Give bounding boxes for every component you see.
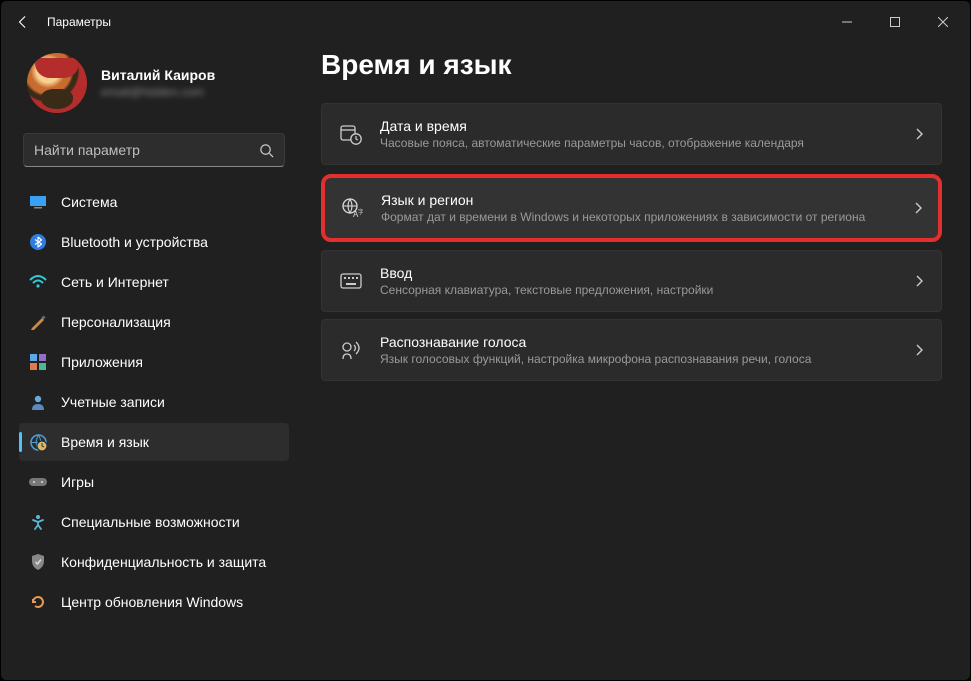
sidebar-item-bluetooth[interactable]: Bluetooth и устройства bbox=[19, 223, 289, 261]
minimize-button[interactable] bbox=[824, 6, 870, 38]
window-title: Параметры bbox=[47, 15, 824, 29]
svg-text:字: 字 bbox=[358, 208, 363, 216]
system-icon bbox=[29, 193, 47, 211]
sidebar-item-gaming[interactable]: Игры bbox=[19, 463, 289, 501]
settings-window: Параметры Виталий Каиров email@hidden.co… bbox=[0, 0, 971, 681]
keyboard-icon bbox=[340, 270, 362, 292]
card-text: Язык и регион Формат дат и времени в Win… bbox=[381, 192, 896, 224]
sidebar-item-label: Время и язык bbox=[61, 434, 149, 450]
card-desc: Часовые пояса, автоматические параметры … bbox=[380, 136, 897, 150]
accounts-icon bbox=[29, 393, 47, 411]
sidebar-item-label: Приложения bbox=[61, 354, 143, 370]
network-icon bbox=[29, 273, 47, 291]
search-input[interactable] bbox=[34, 142, 259, 158]
profile-info: Виталий Каиров email@hidden.com bbox=[101, 67, 215, 99]
card-title: Язык и регион bbox=[381, 192, 896, 208]
sidebar-item-accessibility[interactable]: Специальные возможности bbox=[19, 503, 289, 541]
card-title: Ввод bbox=[380, 265, 897, 281]
profile[interactable]: Виталий Каиров email@hidden.com bbox=[19, 43, 289, 133]
sidebar-item-label: Специальные возможности bbox=[61, 514, 240, 530]
apps-icon bbox=[29, 353, 47, 371]
card-date-time[interactable]: Дата и время Часовые пояса, автоматическ… bbox=[321, 103, 942, 165]
chevron-right-icon bbox=[915, 128, 923, 140]
minimize-icon bbox=[842, 17, 852, 27]
cards: Дата и время Часовые пояса, автоматическ… bbox=[321, 103, 942, 384]
date-time-icon bbox=[340, 123, 362, 145]
language-region-icon: A字 bbox=[341, 197, 363, 219]
card-text: Распознавание голоса Язык голосовых функ… bbox=[380, 334, 897, 366]
search-box[interactable] bbox=[23, 133, 285, 167]
main: Время и язык Дата и время Часовые пояса,… bbox=[301, 43, 970, 680]
update-icon bbox=[29, 593, 47, 611]
content: Виталий Каиров email@hidden.com Система … bbox=[1, 43, 970, 680]
maximize-button[interactable] bbox=[872, 6, 918, 38]
window-controls bbox=[824, 6, 966, 38]
time-language-icon bbox=[29, 433, 47, 451]
card-title: Дата и время bbox=[380, 118, 897, 134]
sidebar-item-label: Конфиденциальность и защита bbox=[61, 554, 266, 570]
sidebar-item-time-language[interactable]: Время и язык bbox=[19, 423, 289, 461]
avatar bbox=[27, 53, 87, 113]
card-typing[interactable]: Ввод Сенсорная клавиатура, текстовые пре… bbox=[321, 250, 942, 312]
chevron-right-icon bbox=[914, 202, 922, 214]
profile-email: email@hidden.com bbox=[101, 85, 215, 99]
privacy-icon bbox=[29, 553, 47, 571]
sidebar-item-label: Учетные записи bbox=[61, 394, 165, 410]
sidebar: Виталий Каиров email@hidden.com Система … bbox=[1, 43, 301, 680]
nav: Система Bluetooth и устройства Сеть и Ин… bbox=[19, 183, 289, 621]
bluetooth-icon bbox=[29, 233, 47, 251]
card-desc: Формат дат и времени в Windows и некотор… bbox=[381, 210, 896, 224]
titlebar: Параметры bbox=[1, 1, 970, 43]
close-icon bbox=[938, 17, 948, 27]
search-icon bbox=[259, 143, 274, 158]
sidebar-item-privacy[interactable]: Конфиденциальность и защита bbox=[19, 543, 289, 581]
card-title: Распознавание голоса bbox=[380, 334, 897, 350]
close-button[interactable] bbox=[920, 6, 966, 38]
sidebar-item-network[interactable]: Сеть и Интернет bbox=[19, 263, 289, 301]
card-desc: Язык голосовых функций, настройка микроф… bbox=[380, 352, 897, 366]
sidebar-item-apps[interactable]: Приложения bbox=[19, 343, 289, 381]
accessibility-icon bbox=[29, 513, 47, 531]
sidebar-item-system[interactable]: Система bbox=[19, 183, 289, 221]
sidebar-item-personalization[interactable]: Персонализация bbox=[19, 303, 289, 341]
personalization-icon bbox=[29, 313, 47, 331]
maximize-icon bbox=[890, 17, 900, 27]
chevron-right-icon bbox=[915, 344, 923, 356]
sidebar-item-label: Игры bbox=[61, 474, 94, 490]
sidebar-item-label: Персонализация bbox=[61, 314, 171, 330]
sidebar-item-label: Система bbox=[61, 194, 117, 210]
sidebar-item-label: Bluetooth и устройства bbox=[61, 234, 208, 250]
card-text: Дата и время Часовые пояса, автоматическ… bbox=[380, 118, 897, 150]
card-desc: Сенсорная клавиатура, текстовые предложе… bbox=[380, 283, 897, 297]
chevron-right-icon bbox=[915, 275, 923, 287]
back-button[interactable] bbox=[5, 4, 41, 40]
speech-icon bbox=[340, 339, 362, 361]
arrow-left-icon bbox=[16, 15, 30, 29]
gaming-icon bbox=[29, 473, 47, 491]
card-text: Ввод Сенсорная клавиатура, текстовые пре… bbox=[380, 265, 897, 297]
page-title: Время и язык bbox=[321, 49, 942, 81]
sidebar-item-update[interactable]: Центр обновления Windows bbox=[19, 583, 289, 621]
sidebar-item-accounts[interactable]: Учетные записи bbox=[19, 383, 289, 421]
card-language-region[interactable]: A字 Язык и регион Формат дат и времени в … bbox=[321, 174, 942, 242]
sidebar-item-label: Сеть и Интернет bbox=[61, 274, 169, 290]
sidebar-item-label: Центр обновления Windows bbox=[61, 594, 243, 610]
profile-name: Виталий Каиров bbox=[101, 67, 215, 83]
card-speech[interactable]: Распознавание голоса Язык голосовых функ… bbox=[321, 319, 942, 381]
